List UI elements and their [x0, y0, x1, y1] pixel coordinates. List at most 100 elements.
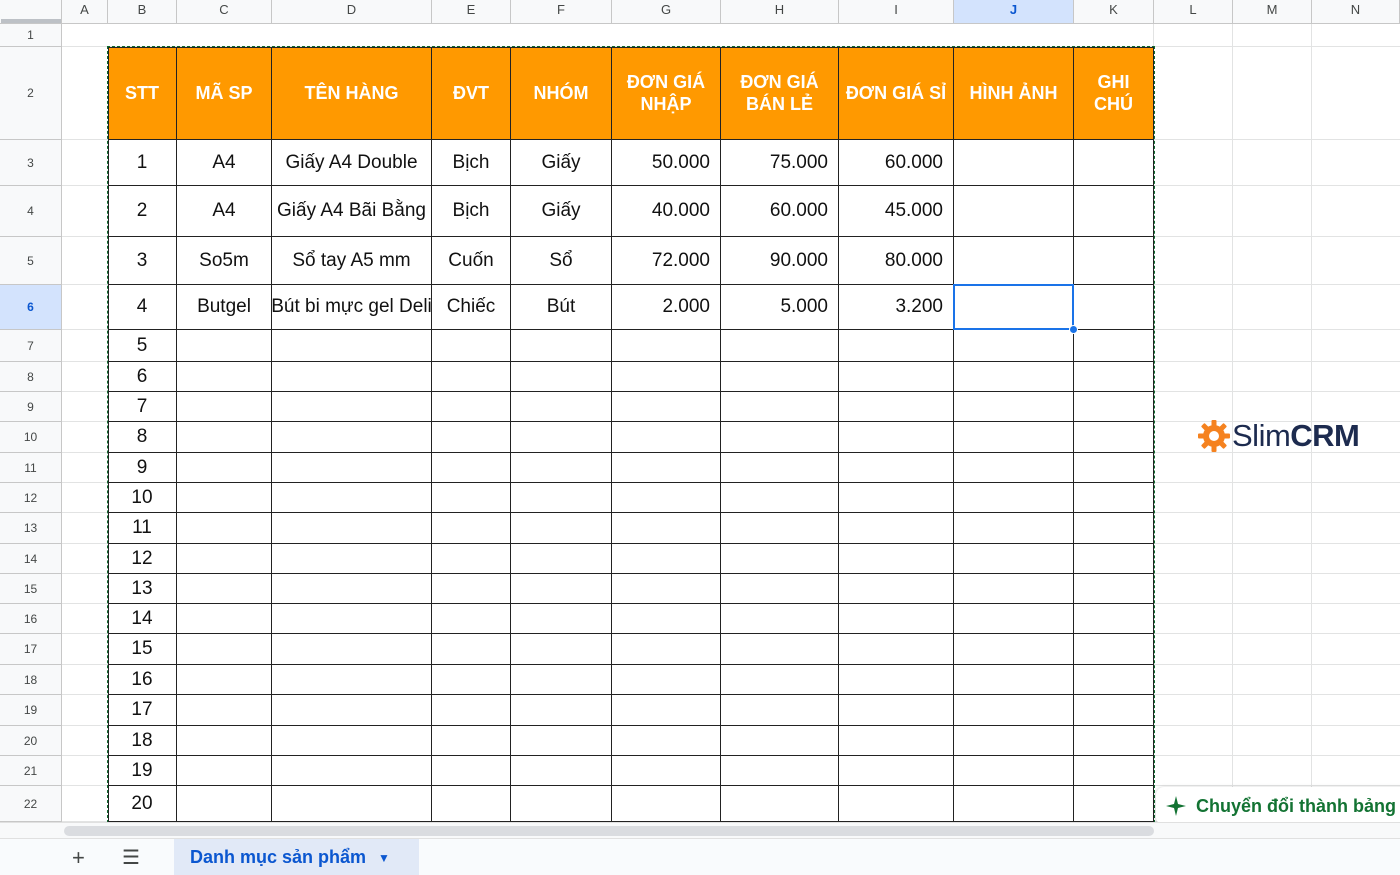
table-cell-don-gia-ban-le[interactable]	[721, 665, 839, 695]
table-cell-ghi-chu[interactable]	[1074, 453, 1154, 483]
table-cell-don-gia-si[interactable]	[839, 726, 954, 756]
table-cell-ten-hang[interactable]	[272, 634, 432, 665]
table-cell-don-gia-si[interactable]	[839, 695, 954, 726]
table-cell-ghi-chu[interactable]	[1074, 362, 1154, 392]
table-cell-hinh-anh[interactable]	[954, 756, 1074, 786]
header-dvt[interactable]: ĐVT	[432, 47, 511, 140]
table-cell-nhom[interactable]: Bút	[511, 285, 612, 330]
row-header-1[interactable]: 1	[0, 24, 62, 47]
table-cell-hinh-anh[interactable]	[954, 665, 1074, 695]
table-cell-hinh-anh[interactable]	[954, 513, 1074, 544]
table-cell-don-gia-si[interactable]	[839, 513, 954, 544]
table-cell-nhom[interactable]	[511, 392, 612, 422]
table-cell-ma-sp[interactable]	[177, 574, 272, 604]
table-cell-hinh-anh[interactable]	[954, 453, 1074, 483]
table-cell-ma-sp[interactable]: A4	[177, 186, 272, 237]
table-cell-don-gia-nhap[interactable]	[612, 362, 721, 392]
table-cell-don-gia-nhap[interactable]	[612, 392, 721, 422]
column-header-l[interactable]: L	[1154, 0, 1233, 24]
table-cell-ghi-chu[interactable]	[1074, 186, 1154, 237]
table-cell-don-gia-si[interactable]	[839, 453, 954, 483]
table-cell-dvt[interactable]	[432, 665, 511, 695]
table-cell-don-gia-ban-le[interactable]	[721, 392, 839, 422]
table-cell-hinh-anh[interactable]	[954, 634, 1074, 665]
table-cell-hinh-anh[interactable]	[954, 422, 1074, 453]
horizontal-scrollbar[interactable]	[0, 822, 1400, 838]
table-cell-don-gia-ban-le[interactable]	[721, 756, 839, 786]
table-cell-ghi-chu[interactable]	[1074, 695, 1154, 726]
table-cell-don-gia-nhap[interactable]: 50.000	[612, 140, 721, 186]
table-cell-don-gia-nhap[interactable]: 2.000	[612, 285, 721, 330]
table-cell-stt[interactable]: 2	[108, 186, 177, 237]
header-don-gia-si[interactable]: ĐƠN GIÁ SỈ	[839, 47, 954, 140]
table-cell-ghi-chu[interactable]	[1074, 285, 1154, 330]
table-cell-hinh-anh[interactable]	[954, 362, 1074, 392]
column-header-g[interactable]: G	[612, 0, 721, 24]
table-cell-don-gia-nhap[interactable]	[612, 544, 721, 574]
column-header-k[interactable]: K	[1074, 0, 1154, 24]
table-cell-hinh-anh[interactable]	[954, 604, 1074, 634]
table-cell-ten-hang[interactable]	[272, 422, 432, 453]
table-cell-don-gia-nhap[interactable]	[612, 483, 721, 513]
table-cell-nhom[interactable]	[511, 453, 612, 483]
table-cell-nhom[interactable]: Giấy	[511, 140, 612, 186]
table-cell-don-gia-si[interactable]	[839, 544, 954, 574]
table-cell-nhom[interactable]	[511, 604, 612, 634]
table-cell-dvt[interactable]	[432, 756, 511, 786]
table-cell-hinh-anh[interactable]	[954, 483, 1074, 513]
header-stt[interactable]: STT	[108, 47, 177, 140]
table-cell-don-gia-si[interactable]	[839, 362, 954, 392]
header-don-gia-ban-le[interactable]: ĐƠN GIÁ BÁN LẺ	[721, 47, 839, 140]
table-cell-don-gia-ban-le[interactable]	[721, 604, 839, 634]
table-cell-stt[interactable]: 19	[108, 756, 177, 786]
table-cell-hinh-anh[interactable]	[954, 392, 1074, 422]
table-cell-nhom[interactable]: Giấy	[511, 186, 612, 237]
table-cell-nhom[interactable]	[511, 695, 612, 726]
table-cell-don-gia-ban-le[interactable]	[721, 362, 839, 392]
table-cell-don-gia-nhap[interactable]	[612, 786, 721, 822]
table-cell-don-gia-ban-le[interactable]: 5.000	[721, 285, 839, 330]
table-cell-don-gia-si[interactable]	[839, 665, 954, 695]
row-header-18[interactable]: 18	[0, 665, 62, 695]
table-cell-ma-sp[interactable]	[177, 604, 272, 634]
row-header-8[interactable]: 8	[0, 362, 62, 392]
table-cell-don-gia-si[interactable]: 60.000	[839, 140, 954, 186]
table-cell-stt[interactable]: 13	[108, 574, 177, 604]
row-header-13[interactable]: 13	[0, 513, 62, 544]
table-cell-don-gia-si[interactable]	[839, 422, 954, 453]
table-cell-dvt[interactable]	[432, 574, 511, 604]
table-cell-ghi-chu[interactable]	[1074, 574, 1154, 604]
table-cell-ten-hang[interactable]: Sổ tay A5 mm	[272, 237, 432, 285]
convert-to-table-chip[interactable]: Chuyển đổi thành bảng	[1156, 787, 1400, 822]
table-cell-ghi-chu[interactable]	[1074, 392, 1154, 422]
table-cell-ten-hang[interactable]	[272, 544, 432, 574]
table-cell-don-gia-nhap[interactable]	[612, 756, 721, 786]
table-cell-stt[interactable]: 1	[108, 140, 177, 186]
row-header-12[interactable]: 12	[0, 483, 62, 513]
table-cell-nhom[interactable]	[511, 362, 612, 392]
row-header-22[interactable]: 22	[0, 786, 62, 822]
table-cell-ten-hang[interactable]	[272, 695, 432, 726]
table-cell-don-gia-nhap[interactable]	[612, 513, 721, 544]
table-cell-don-gia-si[interactable]	[839, 634, 954, 665]
table-cell-ghi-chu[interactable]	[1074, 726, 1154, 756]
table-cell-dvt[interactable]	[432, 634, 511, 665]
table-cell-don-gia-nhap[interactable]	[612, 695, 721, 726]
table-cell-ghi-chu[interactable]	[1074, 513, 1154, 544]
table-cell-don-gia-ban-le[interactable]	[721, 513, 839, 544]
row-header-11[interactable]: 11	[0, 453, 62, 483]
table-cell-ten-hang[interactable]	[272, 392, 432, 422]
table-cell-stt[interactable]: 20	[108, 786, 177, 822]
table-cell-ma-sp[interactable]	[177, 362, 272, 392]
table-cell-stt[interactable]: 15	[108, 634, 177, 665]
table-cell-ten-hang[interactable]: Bút bi mực gel Deli	[272, 285, 432, 330]
table-cell-dvt[interactable]	[432, 330, 511, 362]
add-sheet-button[interactable]: +	[72, 847, 85, 869]
table-cell-dvt[interactable]	[432, 392, 511, 422]
column-header-a[interactable]: A	[62, 0, 108, 24]
table-cell-ma-sp[interactable]	[177, 453, 272, 483]
table-cell-don-gia-si[interactable]: 45.000	[839, 186, 954, 237]
table-cell-ma-sp[interactable]: So5m	[177, 237, 272, 285]
table-cell-hinh-anh[interactable]	[954, 695, 1074, 726]
table-cell-hinh-anh[interactable]	[954, 786, 1074, 822]
